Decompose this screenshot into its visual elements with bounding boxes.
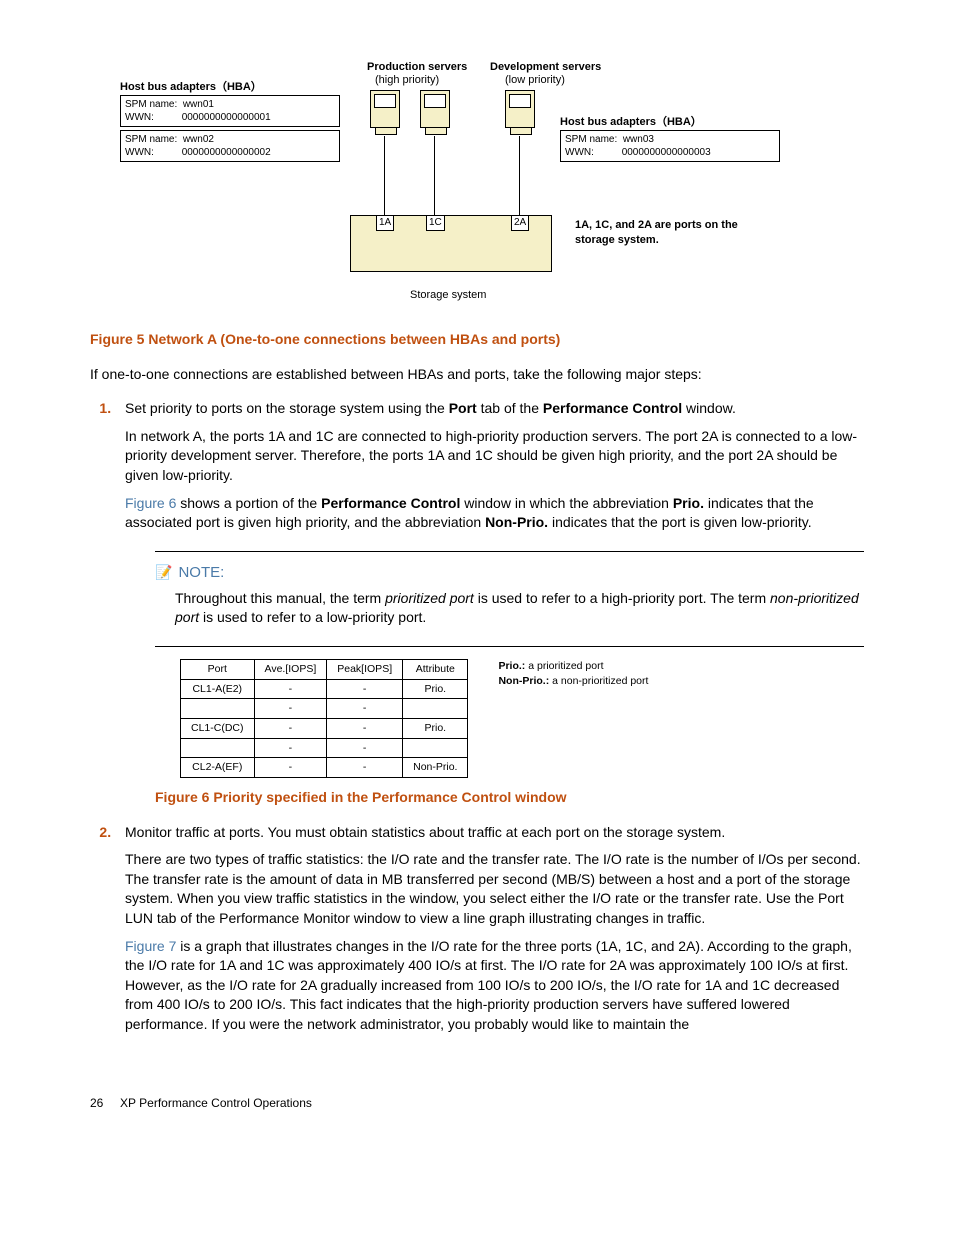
- server-icon: [370, 90, 400, 128]
- dev-sub: (low priority): [505, 73, 565, 88]
- divider: [155, 551, 864, 552]
- storage-label: Storage system: [410, 288, 486, 303]
- network-diagram: Host bus adapters（HBA） Production server…: [120, 60, 864, 320]
- figure-6-caption: Figure 6 Priority specified in the Perfo…: [155, 788, 864, 808]
- page-footer: 26 XP Performance Control Operations: [90, 1095, 864, 1112]
- hba-box-3: SPM name: wwn03 WWN: 0000000000000003: [560, 130, 780, 162]
- port-1a: 1A: [376, 215, 394, 231]
- divider: [155, 646, 864, 647]
- figure-6-link[interactable]: Figure 6: [125, 495, 176, 511]
- note-icon: 📝: [155, 563, 172, 583]
- server-icon: [420, 90, 450, 128]
- intro-text: If one-to-one connections are establishe…: [90, 365, 864, 385]
- note-header: 📝NOTE:: [155, 562, 864, 583]
- table-legend: Prio.: a prioritized port Non-Prio.: a n…: [498, 659, 648, 688]
- hba-title-left: Host bus adapters（HBA）: [120, 80, 262, 95]
- server-icon: [505, 90, 535, 128]
- hba-box-1: SPM name: wwn01 WWN: 0000000000000001: [120, 95, 340, 127]
- prod-sub: (high priority): [375, 73, 439, 88]
- figure-5-caption: Figure 5 Network A (One-to-one connectio…: [90, 330, 864, 350]
- step-1: Set priority to ports on the storage sys…: [115, 399, 864, 807]
- priority-table: PortAve.[IOPS]Peak[IOPS]Attribute CL1-A(…: [180, 659, 468, 778]
- step-2: Monitor traffic at ports. You must obtai…: [115, 823, 864, 1035]
- port-2a: 2A: [511, 215, 529, 231]
- hba-box-2: SPM name: wwn02 WWN: 0000000000000002: [120, 130, 340, 162]
- figure-7-link[interactable]: Figure 7: [125, 938, 176, 954]
- hba-title-right: Host bus adapters（HBA）: [560, 115, 702, 130]
- port-note: 1A, 1C, and 2A are ports on the storage …: [575, 218, 775, 249]
- port-1c: 1C: [426, 215, 445, 231]
- note-body: Throughout this manual, the term priorit…: [175, 589, 864, 628]
